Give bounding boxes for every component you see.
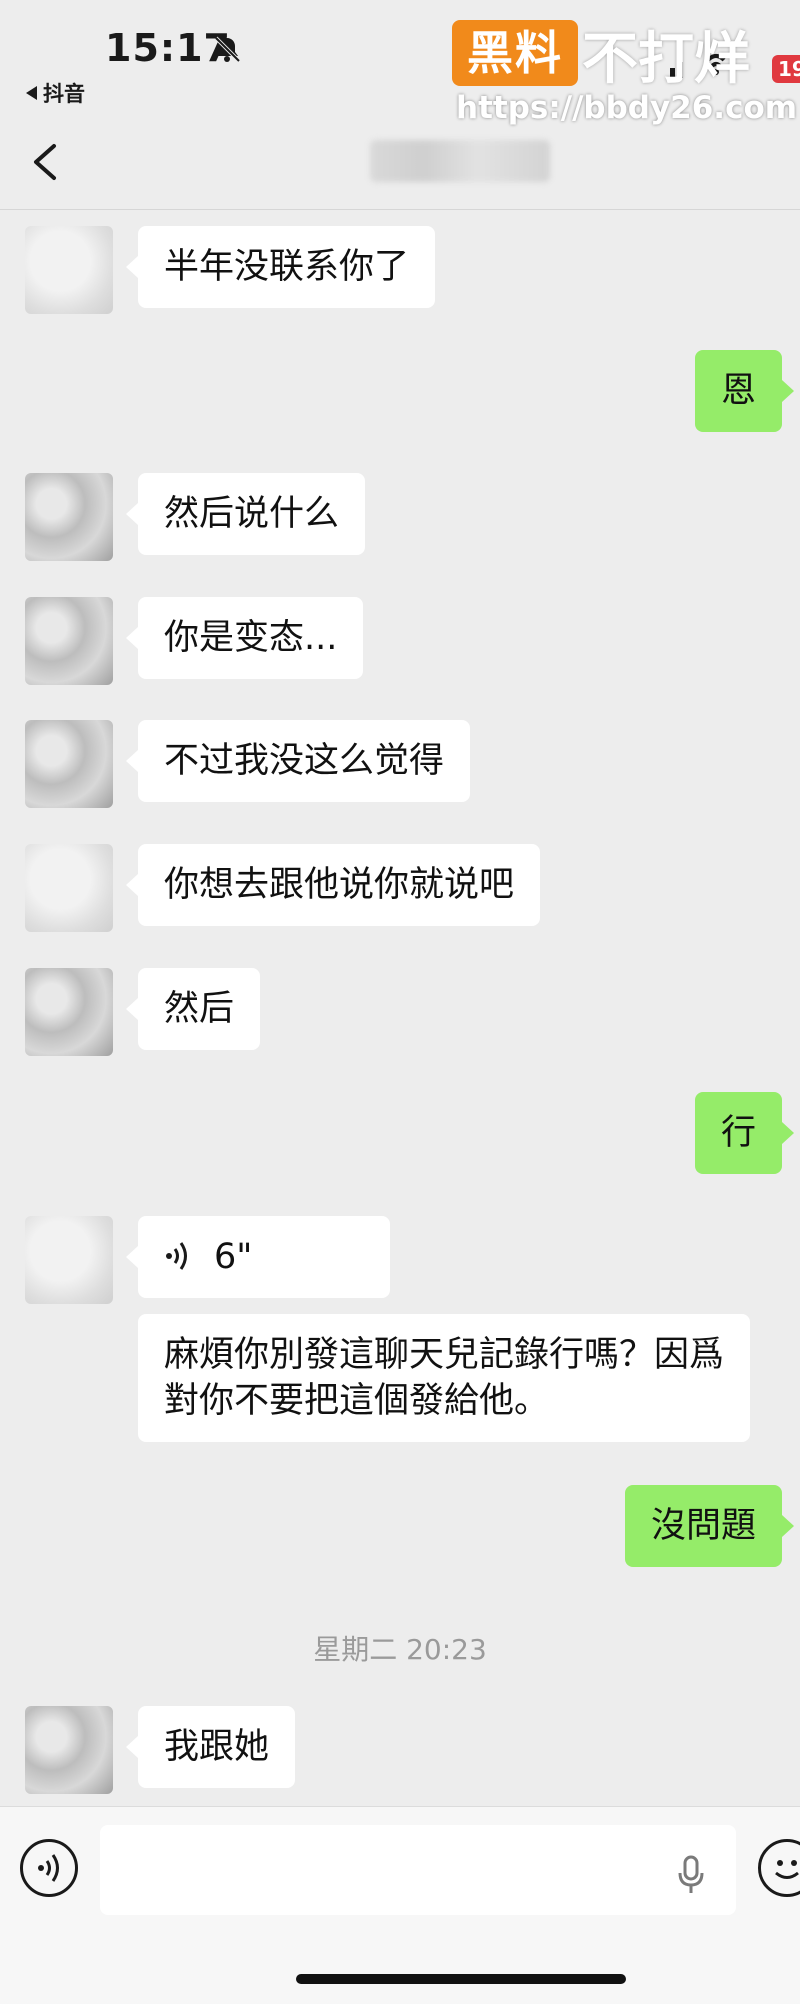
message-incoming[interactable]: 你想去跟他说你就说吧 — [125, 844, 541, 926]
bell-slash-icon — [214, 36, 241, 63]
watermark-text: 不打烊 — [582, 27, 750, 92]
avatar[interactable] — [25, 226, 113, 314]
voice-wave-icon — [166, 1242, 187, 1270]
avatar[interactable] — [25, 844, 113, 932]
message-incoming[interactable]: 不过我没这么觉得 — [125, 720, 471, 802]
voice-input-button[interactable] — [20, 1839, 78, 1897]
battery-indicator: 19 — [772, 55, 800, 83]
avatar[interactable] — [25, 597, 113, 685]
chevron-left-icon[interactable] — [28, 142, 64, 182]
message-incoming[interactable]: 半年没联系你了 — [125, 226, 436, 308]
message-incoming[interactable]: 你是变态... — [125, 597, 364, 679]
avatar[interactable] — [25, 473, 113, 561]
back-app-label: 抖音 — [43, 82, 85, 106]
message-outgoing[interactable]: 行 — [694, 1092, 795, 1174]
chat-header — [0, 110, 800, 210]
emoji-icon — [775, 1860, 799, 1879]
message-incoming[interactable]: 然后 — [125, 968, 261, 1050]
message-incoming[interactable]: 麻煩你別發這聊天兒記錄行嗎？因爲對你不要把這個發給他。 — [138, 1314, 750, 1442]
voice-icon — [38, 1854, 59, 1882]
voice-duration: 6" — [214, 1237, 253, 1277]
voice-message[interactable]: 6" — [126, 1216, 390, 1298]
message-outgoing[interactable]: 恩 — [694, 350, 795, 432]
avatar[interactable] — [25, 1706, 113, 1794]
message-incoming[interactable]: 我跟她 — [125, 1706, 296, 1788]
back-to-app-link[interactable]: 抖音 — [26, 78, 85, 108]
message-incoming[interactable]: 然后说什么 — [125, 473, 366, 555]
watermark-logo: 黑料 — [452, 20, 578, 86]
timestamp: 星期二 20:23 — [313, 1633, 487, 1666]
message-input[interactable] — [100, 1825, 736, 1915]
avatar[interactable] — [25, 720, 113, 808]
message-outgoing[interactable]: 沒問題 — [624, 1485, 795, 1567]
contact-name-blurred — [370, 140, 550, 182]
avatar[interactable] — [25, 1216, 113, 1304]
back-arrow-icon — [26, 86, 37, 100]
home-indicator — [296, 1974, 626, 1984]
avatar[interactable] — [25, 968, 113, 1056]
emoji-button[interactable] — [758, 1839, 800, 1897]
mic-icon[interactable] — [676, 1855, 706, 1895]
